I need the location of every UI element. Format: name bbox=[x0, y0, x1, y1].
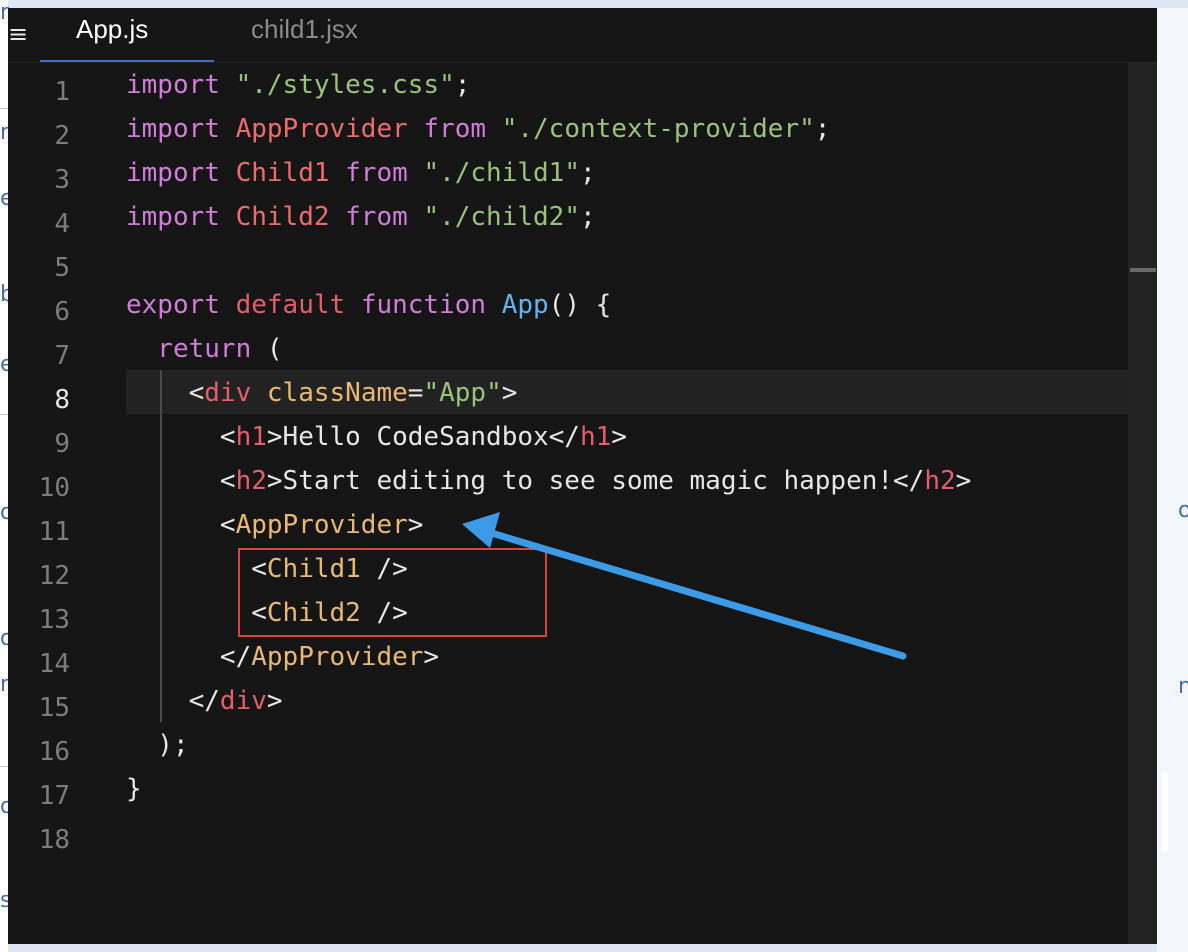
code-token: AppProvider bbox=[251, 642, 424, 672]
code-token: "./child1" bbox=[423, 158, 580, 188]
code-line[interactable]: <h2>Start editing to see some magic happ… bbox=[126, 466, 971, 510]
code-line[interactable]: } bbox=[126, 774, 142, 818]
code-line[interactable]: </div> bbox=[126, 686, 283, 730]
line-number: 12 bbox=[38, 561, 70, 591]
code-token: App bbox=[501, 290, 549, 320]
tab-label: child1.jsx bbox=[251, 14, 358, 44]
code-token: ; bbox=[579, 158, 596, 188]
code-token: from bbox=[423, 114, 502, 144]
code-line[interactable]: import AppProvider from "./context-provi… bbox=[126, 114, 830, 158]
code-token: Child1 bbox=[235, 158, 346, 188]
code-token: } bbox=[126, 774, 142, 804]
background-glyph: o bbox=[1178, 498, 1188, 523]
code-token: > bbox=[266, 686, 283, 716]
code-line[interactable]: return ( bbox=[126, 334, 283, 378]
code-token: div bbox=[204, 378, 267, 408]
line-number: 11 bbox=[38, 517, 70, 547]
code-token: "./context-provider" bbox=[501, 114, 815, 144]
line-number: 8 bbox=[54, 385, 70, 415]
code-token: = bbox=[407, 378, 424, 408]
menu-icon[interactable]: ≡ bbox=[8, 22, 28, 46]
code-token: ; bbox=[814, 114, 831, 144]
line-number: 1 bbox=[54, 77, 70, 107]
code-token: > bbox=[611, 422, 627, 452]
code-token: ; bbox=[579, 202, 596, 232]
code-token: AppProvider bbox=[235, 510, 408, 540]
code-line[interactable]: <h1>Hello CodeSandbox</h1> bbox=[126, 422, 627, 466]
code-token: < bbox=[126, 466, 236, 496]
code-token: < bbox=[126, 510, 236, 540]
code-token: > bbox=[501, 378, 518, 408]
code-token: Child2 bbox=[235, 202, 346, 232]
code-token: export bbox=[126, 290, 236, 320]
line-number: 9 bbox=[54, 429, 70, 459]
line-number: 17 bbox=[38, 781, 70, 811]
line-number: 14 bbox=[38, 649, 70, 679]
code-token: className bbox=[266, 378, 408, 408]
line-number: 10 bbox=[38, 473, 70, 503]
line-number: 16 bbox=[38, 737, 70, 767]
vertical-scrollbar[interactable] bbox=[1128, 62, 1157, 944]
code-token: default bbox=[235, 290, 361, 320]
code-token: < bbox=[126, 422, 236, 452]
line-number: 18 bbox=[38, 825, 70, 855]
code-editor: ≡ App.js child1.jsx 1 2 3 4 5 6 7 8 9 10 11 12 13 14 1… bbox=[8, 8, 1157, 944]
code-token: >Start editing to see some magic happen!… bbox=[266, 466, 925, 496]
code-token: ; bbox=[454, 70, 471, 100]
code-token: div bbox=[219, 686, 267, 716]
code-token: h2 bbox=[235, 466, 267, 496]
tab-app-js[interactable]: App.js bbox=[40, 8, 214, 62]
code-token: > bbox=[423, 642, 440, 672]
highlight-box-annotation bbox=[238, 548, 547, 637]
code-token: ( bbox=[266, 334, 283, 364]
code-token: </ bbox=[126, 686, 220, 716]
line-number: 6 bbox=[54, 297, 70, 327]
line-number: 2 bbox=[54, 121, 70, 151]
code-token: >Hello CodeSandbox</ bbox=[266, 422, 580, 452]
code-line[interactable]: import Child2 from "./child2"; bbox=[126, 202, 596, 246]
code-token: </ bbox=[126, 642, 252, 672]
code-token: h2 bbox=[924, 466, 956, 496]
code-token: from bbox=[345, 158, 424, 188]
code-token: "./child2" bbox=[423, 202, 580, 232]
code-token: return bbox=[126, 334, 267, 364]
scrollbar-marker bbox=[1130, 268, 1156, 272]
code-line[interactable]: </AppProvider> bbox=[126, 642, 439, 686]
code-line[interactable]: import "./styles.css"; bbox=[126, 70, 470, 114]
code-line[interactable]: import Child1 from "./child1"; bbox=[126, 158, 596, 202]
line-number: 4 bbox=[54, 209, 70, 239]
background-divider bbox=[0, 414, 8, 415]
code-token: > bbox=[955, 466, 972, 496]
tab-child1-jsx[interactable]: child1.jsx bbox=[251, 8, 358, 62]
code-token: > bbox=[407, 510, 424, 540]
background-divider bbox=[0, 108, 8, 109]
code-token: < bbox=[126, 378, 205, 408]
code-line[interactable]: <div className="App"> bbox=[126, 378, 518, 422]
line-number: 13 bbox=[38, 605, 70, 635]
code-line[interactable]: export default function App() { bbox=[126, 290, 611, 334]
line-number: 7 bbox=[54, 341, 70, 371]
code-token: import bbox=[126, 114, 236, 144]
code-token: function bbox=[360, 290, 502, 320]
background-divider bbox=[0, 766, 8, 767]
background-glyph: n bbox=[1178, 674, 1188, 699]
code-token: import bbox=[126, 158, 236, 188]
code-token: AppProvider bbox=[235, 114, 424, 144]
tab-label: App.js bbox=[76, 14, 149, 44]
editor-tab-bar: ≡ App.js child1.jsx bbox=[8, 8, 1157, 63]
code-token: "./styles.css" bbox=[235, 70, 455, 100]
code-line[interactable]: ); bbox=[126, 730, 189, 774]
page-scrollbar-thumb[interactable] bbox=[1162, 772, 1168, 852]
line-number: 3 bbox=[54, 165, 70, 195]
line-number: 5 bbox=[54, 253, 70, 283]
code-token: () { bbox=[548, 290, 612, 320]
code-token: import bbox=[126, 202, 236, 232]
code-token: from bbox=[345, 202, 424, 232]
code-token: ); bbox=[126, 730, 189, 760]
code-token: "App" bbox=[423, 378, 502, 408]
code-token: import bbox=[126, 70, 236, 100]
line-number: 15 bbox=[38, 693, 70, 723]
code-token: h1 bbox=[235, 422, 267, 452]
code-token: h1 bbox=[579, 422, 612, 452]
